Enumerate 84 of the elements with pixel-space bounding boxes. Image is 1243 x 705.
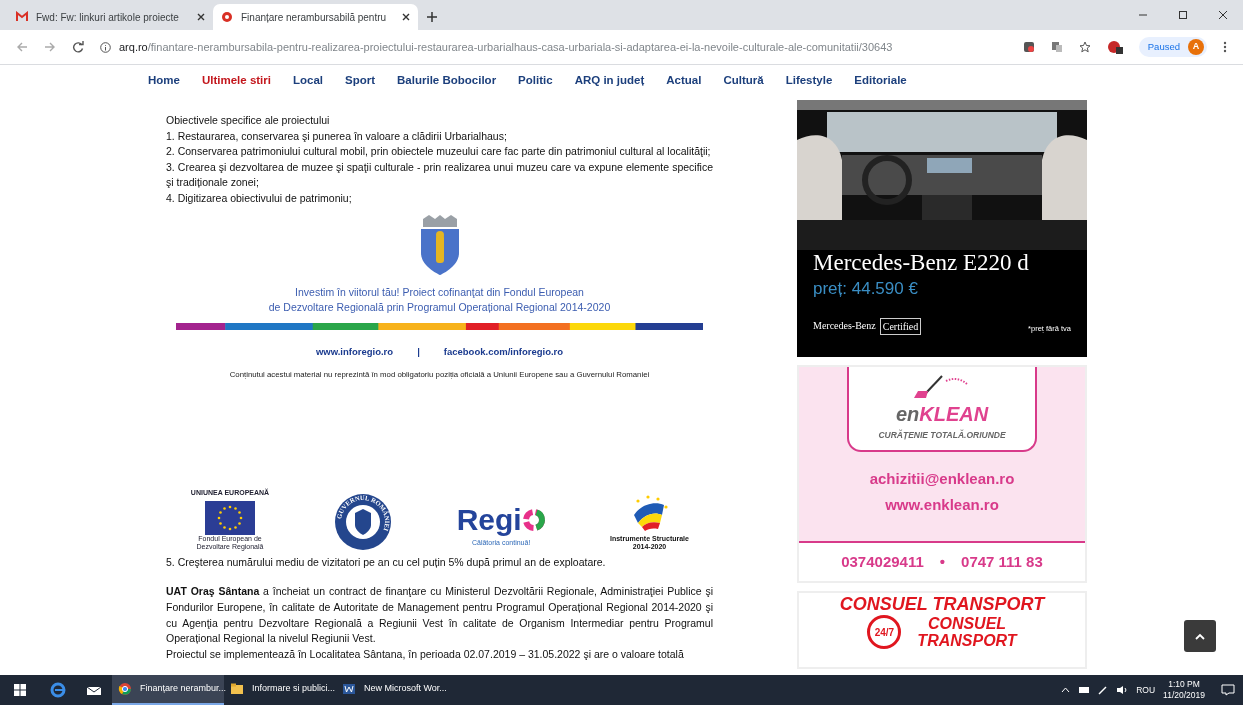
close-icon[interactable] [402, 13, 410, 21]
nav-link[interactable]: Ultimele stiri [201, 72, 271, 90]
mail-icon[interactable] [86, 684, 102, 696]
nav-link[interactable]: Home [148, 72, 180, 90]
profile-button[interactable]: Paused A [1138, 37, 1207, 57]
price-text: preț: 44.590 € [813, 278, 919, 300]
clock-time[interactable]: 1:10 PM [1163, 679, 1205, 690]
transport-ad[interactable]: CONSUEL TRANSPORT 24/7 CONSUEL TRANSPORT [797, 591, 1087, 669]
reload-icon[interactable] [72, 41, 84, 53]
new-tab-icon[interactable] [426, 11, 438, 23]
ad-line: CONSUEL [926, 615, 1008, 632]
ad-line: TRANSPORT [917, 632, 1017, 649]
windows-icon[interactable] [14, 684, 26, 696]
list-item: 2. Conservarea patrimoniului cultural mobil, prin obiectele muzeului care fac parte din patrimoniul cultural al localităţii; [166, 144, 712, 160]
separator-text: | [417, 344, 420, 359]
list-item: 1. Restaurarea, conservarea şi punerea în valoare a clădirii Urbarialhaus; [166, 128, 508, 144]
ring-icon [521, 508, 546, 533]
slogan-text: de Dezvoltare Regională prin Programul Operațional Regional 2014-2020 [267, 299, 612, 315]
chevron-up-icon[interactable] [1061, 687, 1071, 693]
browser-tab[interactable]: Fwd: Fw: linkuri artikole proiecte [8, 4, 213, 30]
document-icon [342, 682, 356, 696]
close-icon[interactable] [197, 13, 205, 21]
email-text: achizitii@enklean.ro [869, 468, 1015, 489]
extension-icon[interactable] [1022, 41, 1035, 53]
translate-icon[interactable] [1050, 41, 1063, 53]
heading: Obiectivele specifice ale proiectului [166, 113, 331, 128]
clock-date[interactable]: 11/20/2019 [1163, 690, 1205, 701]
brand-logo: enKLEAN [895, 402, 989, 427]
mail-icon [16, 11, 28, 23]
star-icon[interactable] [1078, 41, 1091, 53]
separator-text: • [939, 551, 946, 572]
nav-link[interactable]: Lifestyle [785, 72, 833, 90]
notification-icon[interactable] [1221, 684, 1235, 696]
nav-link[interactable]: Sport [345, 72, 376, 90]
nav-link[interactable]: Local [293, 72, 324, 90]
nav-link[interactable]: Actual [666, 72, 702, 90]
slogan-text: Investim în viitorul tău! Proiect cofinanţat din Fondul European [294, 284, 585, 300]
list-item: 5. Creşterea numărului mediu de vizitatori pe an cu cel puțin 5% după primul an de exploatare. [166, 554, 607, 570]
ad-heading: CONSUEL TRANSPORT [839, 593, 1045, 615]
certified-label: Certified [879, 317, 922, 335]
paragraph: UAT Oraş Sântana a încheiat un contract de finanţare cu Ministerul Dezvoltării Regionale, Administraţiei Publice şi Fondurilor Europene, în calitate de Autoritate de Management pentru Programul Operațional Regional 2014-2020 şi cu Agenţia pentru Dezvoltare Regională a Regiunii Vest în calitate de Organism Intermediar pentru Programul Operațional Regional la nivelul Regiunii Vest. [166, 584, 713, 647]
folder-icon [230, 682, 244, 696]
cleaning-ad[interactable]: enKLEAN CURĂȚENIE TOTALĂ.ORIUNDE achizitii@enklean.ro www.enklean.ro 0374029411 • 0747 111 83 [797, 365, 1087, 583]
tab-title: Finanțare nerambursabilă pentru [241, 10, 388, 25]
taskbar-app[interactable]: Informare si publici... [224, 675, 336, 705]
maximize-icon[interactable] [1177, 9, 1189, 21]
close-icon[interactable] [1217, 9, 1229, 21]
scroll-top-button[interactable] [1184, 620, 1216, 652]
language-indicator[interactable]: ROU [1136, 683, 1156, 697]
website-text: www.enklean.ro [885, 495, 999, 516]
list-item: 4. Digitizarea obiectivului de patrimoniu; [166, 190, 353, 206]
link-text: facebook.com/inforegio.ro [443, 344, 564, 359]
list-item: 3. Crearea şi dezvoltarea de muzee şi spaţii culturale - prin realizarea unui muzeu care va expune elemente specifice şi tradiționale zonei; [166, 159, 713, 191]
network-icon[interactable] [1078, 685, 1091, 695]
brand-text: Mercedes-Benz [813, 318, 876, 333]
chrome-icon [118, 682, 132, 696]
browser-tab[interactable]: Finanțare nerambursabilă pentru [213, 4, 418, 30]
eu-flag-icon [205, 500, 255, 535]
taskbar-app[interactable]: Finanțare nerambur... [112, 675, 224, 705]
nav-link[interactable]: ARQ in județ [574, 72, 645, 90]
phone-text: 0747 111 83 [961, 551, 1043, 572]
caret-icon [1195, 632, 1205, 640]
regio-logo: Regi [456, 505, 522, 536]
browser-icon[interactable] [50, 682, 66, 698]
menu-icon[interactable] [1223, 41, 1227, 53]
tagline-text: CURĂȚENIE TOTALĂ.ORIUNDE [878, 429, 1006, 442]
speaker-icon[interactable] [1116, 685, 1129, 695]
nav-link[interactable]: Cultură [723, 72, 764, 90]
link-text: www.inforegio.ro [315, 344, 394, 359]
address-field[interactable]: arq.ro/finantare-nerambursabila-pentru-realizarea-proiectului-restaurarea-urbarialhaus-casa-urbariala-si-adaptarea-ei-la-nevoile-culturale-ale-comunitatii/30643 [119, 38, 893, 56]
taskbar-app[interactable]: New Microsoft Wor... [336, 675, 448, 705]
nav-link[interactable]: Editoriale [854, 72, 907, 90]
tab-title: Fwd: Fw: linkuri artikole proiecte [36, 10, 180, 25]
pen-icon[interactable] [1098, 685, 1109, 695]
paragraph: Proiectul se implementează în Localitatea Sântana, în perioada 02.07.2019 – 31.05.2022 şi are o valoare totală [166, 646, 685, 662]
car-model: Mercedes-Benz E220 d [813, 250, 1030, 276]
site-icon [221, 11, 233, 23]
phone-text: 0374029411 [841, 551, 924, 572]
info-icon[interactable] [100, 41, 111, 53]
extension-icon[interactable] [1106, 40, 1123, 54]
avatar-icon: A [1188, 39, 1204, 55]
nav-link[interactable]: Balurile Bobocilor [397, 72, 497, 90]
hours-badge: 24/7 [867, 615, 902, 649]
nav-link[interactable]: Politic [518, 72, 553, 90]
